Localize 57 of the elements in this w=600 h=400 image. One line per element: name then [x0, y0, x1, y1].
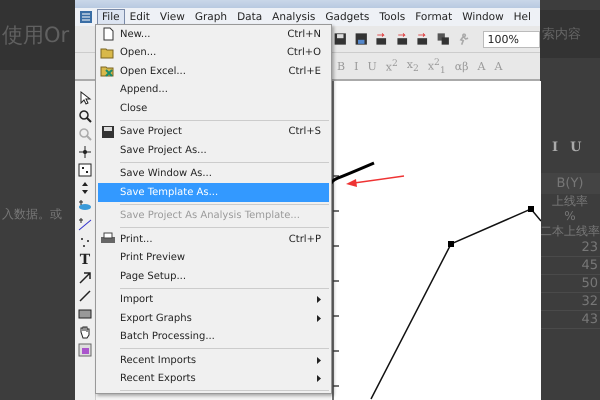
table-cell: 32 [540, 293, 600, 311]
arrow-annotation-drawing [346, 174, 406, 188]
menu[interactable]: Edit [124, 9, 155, 25]
menu[interactable]: View [154, 9, 190, 25]
app-icon[interactable] [79, 10, 93, 24]
table-cell: 50 [540, 275, 600, 293]
menu[interactable]: Tools [374, 9, 410, 25]
grid-icon[interactable] [78, 163, 92, 177]
menu[interactable]: Window [457, 9, 509, 25]
menu[interactable]: Analysis [267, 9, 320, 25]
menu-item[interactable]: Print Preview [98, 248, 329, 267]
zoom-dropdown[interactable]: 100% [482, 30, 540, 48]
menu[interactable]: Data [232, 9, 268, 25]
comment-cell: 二本上线率 [540, 224, 600, 239]
save-icon [100, 124, 116, 139]
folder-icon [100, 46, 116, 60]
dots-icon[interactable] [78, 235, 92, 249]
table-cell: 23 [540, 239, 600, 257]
line-tool-icon[interactable] [78, 217, 92, 231]
menu-item[interactable]: Append... [98, 80, 329, 99]
menu-item[interactable]: Import [98, 290, 329, 309]
format-button[interactable]: I [552, 140, 558, 155]
menu-item[interactable]: Close [98, 99, 329, 118]
units-cell-text: % [563, 209, 577, 224]
menu-item[interactable]: Recent Imports [98, 351, 329, 370]
line-tool-icon[interactable] [78, 289, 92, 303]
table-cell: 43 [540, 311, 600, 329]
selection-icon[interactable] [78, 199, 92, 213]
format-button[interactable]: U [570, 140, 582, 155]
menu-item[interactable]: Page Setup... [98, 267, 329, 286]
menu[interactable]: Hel [508, 9, 536, 25]
menu[interactable]: Format [410, 9, 458, 25]
menu-item[interactable]: Recent Exports [98, 370, 329, 388]
menu[interactable]: Gadgets [320, 9, 374, 25]
text-tool[interactable]: T [80, 253, 90, 267]
menu-item[interactable]: Save Project As... [98, 141, 329, 160]
rectangle-tool-icon[interactable] [78, 307, 92, 321]
crosshair-icon[interactable] [78, 145, 92, 159]
arrow-tool-icon[interactable] [78, 271, 92, 285]
table-cell: 45 [540, 257, 600, 275]
menu-item[interactable]: Open... Ctrl+O [98, 44, 329, 62]
image-tool-icon[interactable] [78, 343, 92, 357]
menu[interactable]: File [97, 9, 125, 25]
hand-icon[interactable] [78, 325, 92, 339]
menu-item[interactable]: Open Excel... Ctrl+E [98, 62, 329, 80]
menu-item[interactable]: New... Ctrl+N [98, 25, 329, 44]
zoom-icon[interactable] [78, 109, 92, 123]
menu-item[interactable]: Save Window As... [98, 164, 329, 183]
menu[interactable]: Graph [190, 9, 232, 25]
menu-item[interactable]: Export Graphs [98, 309, 329, 328]
spreadsheet-icon [100, 64, 116, 78]
long-name-cell-text: 上线率 [551, 194, 589, 209]
menu-item[interactable]: Batch Processing... [98, 328, 329, 346]
menu-item[interactable]: Print... Ctrl+P [98, 230, 329, 248]
pointer-icon[interactable] [78, 91, 92, 105]
menu-item[interactable]: Save Project Ctrl+S [98, 122, 329, 141]
page-text: 入数据。或 [2, 206, 63, 223]
